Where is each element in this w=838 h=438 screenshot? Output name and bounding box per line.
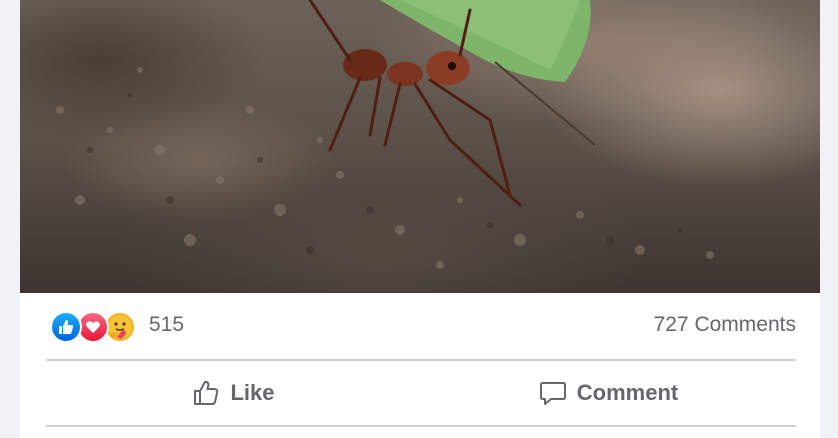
like-label: Like	[230, 380, 275, 405]
thumbs-up-icon	[194, 380, 219, 405]
actions-divider	[46, 425, 796, 427]
like-button[interactable]: Like	[46, 361, 421, 425]
reaction-icons[interactable]	[50, 311, 136, 343]
comment-icon	[539, 382, 566, 405]
comments-count[interactable]: 727 Comments	[654, 313, 796, 337]
post-actions: Like Comment	[46, 361, 796, 425]
post-card: 515 727 Comments Like Comment	[20, 0, 820, 438]
like-reaction-icon	[50, 311, 82, 343]
comment-button[interactable]: Comment	[421, 361, 796, 425]
reaction-count[interactable]: 515	[149, 313, 184, 337]
comment-label: Comment	[576, 380, 679, 405]
post-stats: 515 727 Comments	[46, 293, 796, 359]
post-photo[interactable]	[20, 0, 820, 293]
photo-illustration	[56, 0, 714, 269]
